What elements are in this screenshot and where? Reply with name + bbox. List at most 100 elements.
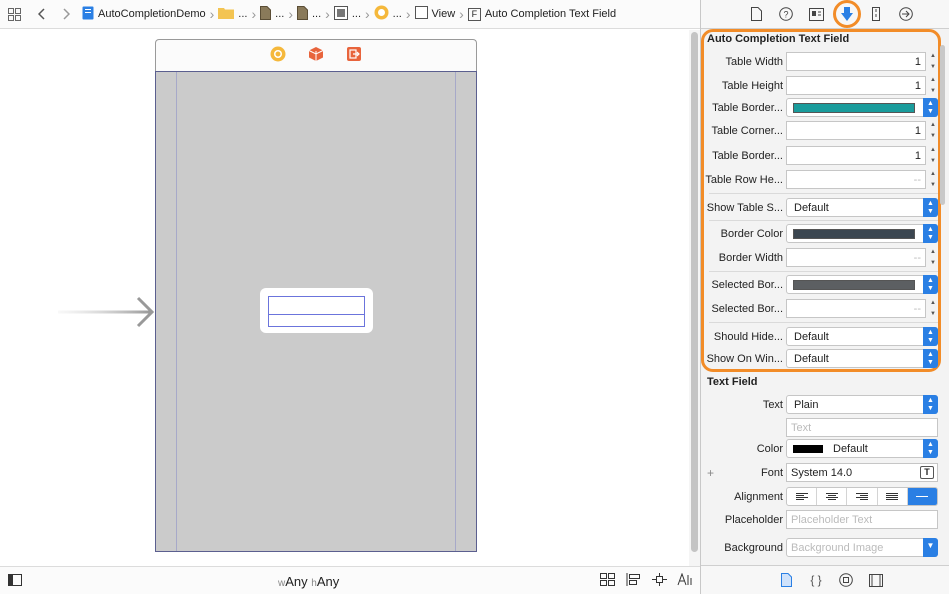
identity-inspector-icon[interactable] — [808, 6, 824, 22]
table-corner-stepper[interactable]: ▲ ▼ — [930, 121, 938, 140]
document-outline-toggle-icon[interactable] — [8, 574, 22, 589]
popup-value: Default — [833, 443, 868, 455]
background-image-combo[interactable]: Background Image ▼ — [786, 538, 938, 557]
property-table-border-color: Table Border... ▲ ▼ — [701, 98, 949, 118]
property-label: Table Border... — [712, 150, 783, 162]
popup-arrows-icon: ▲ ▼ — [923, 198, 938, 217]
table-corner-field[interactable]: 1 — [786, 121, 926, 140]
scrollbar-thumb[interactable] — [691, 32, 698, 552]
border-width-field[interactable]: -- — [786, 248, 926, 267]
quick-help-icon[interactable]: ? — [778, 6, 794, 22]
section-divider — [709, 193, 938, 194]
breadcrumb-view[interactable]: View — [414, 6, 456, 22]
placeholder-field[interactable]: Placeholder Text — [786, 510, 938, 529]
exit-icon[interactable] — [346, 46, 362, 65]
show-table-popup[interactable]: Default ▲ ▼ — [786, 198, 938, 217]
popup-arrows-icon: ▲ ▼ — [923, 98, 938, 117]
section-title: Text Field — [707, 376, 758, 388]
breadcrumb-file[interactable]: ... — [296, 5, 321, 23]
breadcrumb-custom-class[interactable]: F Auto Completion Text Field — [467, 7, 617, 21]
file-template-library-icon[interactable] — [779, 573, 793, 587]
text-color-popup[interactable]: Default ▲ ▼ — [786, 439, 938, 458]
object-library-icon[interactable] — [839, 573, 853, 587]
breadcrumb-project[interactable]: AutoCompletionDemo — [82, 6, 206, 23]
property-table-border-width: Table Border... 1 ▲ ▼ — [701, 146, 949, 166]
selected-border-color-popup[interactable]: ▲ ▼ — [786, 275, 938, 294]
back-button[interactable] — [34, 6, 50, 22]
property-label: Selected Bor... — [711, 303, 783, 315]
table-width-field[interactable]: 1 — [786, 52, 926, 71]
table-border-color-popup[interactable]: ▲ ▼ — [786, 98, 938, 117]
border-color-popup[interactable]: ▲ ▼ — [786, 224, 938, 243]
breadcrumb-scene[interactable]: ... — [333, 5, 361, 23]
align-right-icon[interactable] — [847, 488, 878, 505]
connections-inspector-icon[interactable] — [898, 6, 914, 22]
text-type-popup[interactable]: Plain ▲ ▼ — [786, 395, 938, 414]
storyboard-canvas[interactable] — [0, 30, 688, 566]
resolve-issues-icon[interactable] — [677, 572, 693, 589]
show-on-window-popup[interactable]: Default ▲ ▼ — [786, 349, 938, 368]
auto-completion-text-field[interactable] — [268, 296, 365, 327]
layout-margin-guide — [455, 72, 456, 551]
align-justified-icon[interactable] — [878, 488, 908, 505]
inspector-scrollbar[interactable] — [940, 45, 946, 565]
add-variation-icon[interactable]: + — [707, 466, 714, 480]
table-border-width-stepper[interactable]: ▲ ▼ — [930, 146, 938, 165]
alignment-segmented-control[interactable] — [786, 487, 938, 506]
font-field[interactable]: System 14.0 T — [786, 463, 938, 482]
initial-scene-arrow-icon[interactable] — [58, 296, 156, 328]
scrollbar-thumb[interactable] — [940, 45, 945, 205]
chevron-right-icon: › — [209, 6, 215, 22]
field-value: -- — [913, 303, 921, 315]
media-library-icon[interactable] — [869, 573, 883, 587]
popup-arrows-icon: ▲ ▼ — [923, 349, 938, 368]
should-hide-popup[interactable]: Default ▲ ▼ — [786, 327, 938, 346]
align-center-icon[interactable] — [817, 488, 848, 505]
text-value-field[interactable]: Text — [786, 418, 938, 437]
pin-icon[interactable] — [652, 573, 667, 589]
first-responder-icon[interactable] — [308, 46, 324, 65]
breadcrumb-label: View — [431, 8, 456, 20]
table-width-stepper[interactable]: ▲ ▼ — [930, 52, 938, 71]
popup-arrows-icon: ▲ ▼ — [923, 327, 938, 346]
property-table-height: Table Height 1 ▲ ▼ — [701, 76, 949, 96]
viewcontroller-icon — [374, 5, 389, 23]
breadcrumb-folder[interactable]: ... — [218, 6, 247, 22]
file-icon — [296, 5, 308, 23]
related-items-icon[interactable] — [6, 6, 22, 22]
align-left-icon[interactable] — [787, 488, 818, 505]
table-row-height-stepper[interactable]: ▲ ▼ — [930, 170, 938, 189]
selected-border-width-field[interactable]: -- — [786, 299, 926, 318]
property-show-on-window: Show On Win... Default ▲ ▼ — [701, 349, 949, 369]
popup-value: Default — [794, 202, 829, 214]
table-height-stepper[interactable]: ▲ ▼ — [930, 76, 938, 95]
canvas-bottom-bar: wAny hAny — [0, 566, 700, 594]
viewcontroller-icon[interactable] — [270, 46, 286, 65]
size-inspector-icon[interactable] — [868, 6, 884, 22]
selected-border-width-stepper[interactable]: ▲ ▼ — [930, 299, 938, 318]
popup-arrows-icon: ▲ ▼ — [923, 395, 938, 414]
breadcrumb-file[interactable]: ... — [260, 5, 284, 23]
forward-button[interactable] — [58, 6, 74, 22]
project-icon — [82, 6, 94, 23]
breadcrumb-label: Auto Completion Text Field — [484, 8, 617, 20]
table-height-field[interactable]: 1 — [786, 76, 926, 95]
jump-bar: AutoCompletionDemo › ... › ... › ... › .… — [0, 0, 700, 29]
attributes-inspector-icon[interactable] — [839, 6, 855, 22]
breadcrumb-viewcontroller[interactable]: ... — [374, 5, 402, 23]
table-row-height-field[interactable]: -- — [786, 170, 926, 189]
property-border-width: Border Width -- ▲ ▼ — [701, 248, 949, 268]
stack-icon[interactable] — [600, 573, 615, 589]
code-snippet-library-icon[interactable]: { } — [809, 573, 823, 587]
property-placeholder: Placeholder Placeholder Text — [701, 510, 949, 530]
align-natural-icon[interactable] — [907, 488, 937, 505]
font-picker-icon[interactable]: T — [920, 466, 934, 479]
utilities-inspector: ? Auto Completion Text Field Table Width… — [700, 0, 949, 594]
table-border-width-field[interactable]: 1 — [786, 146, 926, 165]
border-width-stepper[interactable]: ▲ ▼ — [930, 248, 938, 267]
property-show-table: Show Table S... Default ▲ ▼ — [701, 198, 949, 218]
align-icon[interactable] — [626, 573, 641, 589]
file-inspector-icon[interactable] — [748, 6, 764, 22]
canvas-scrollbar[interactable] — [689, 30, 700, 566]
size-class-control[interactable]: wAny hAny — [278, 574, 339, 589]
